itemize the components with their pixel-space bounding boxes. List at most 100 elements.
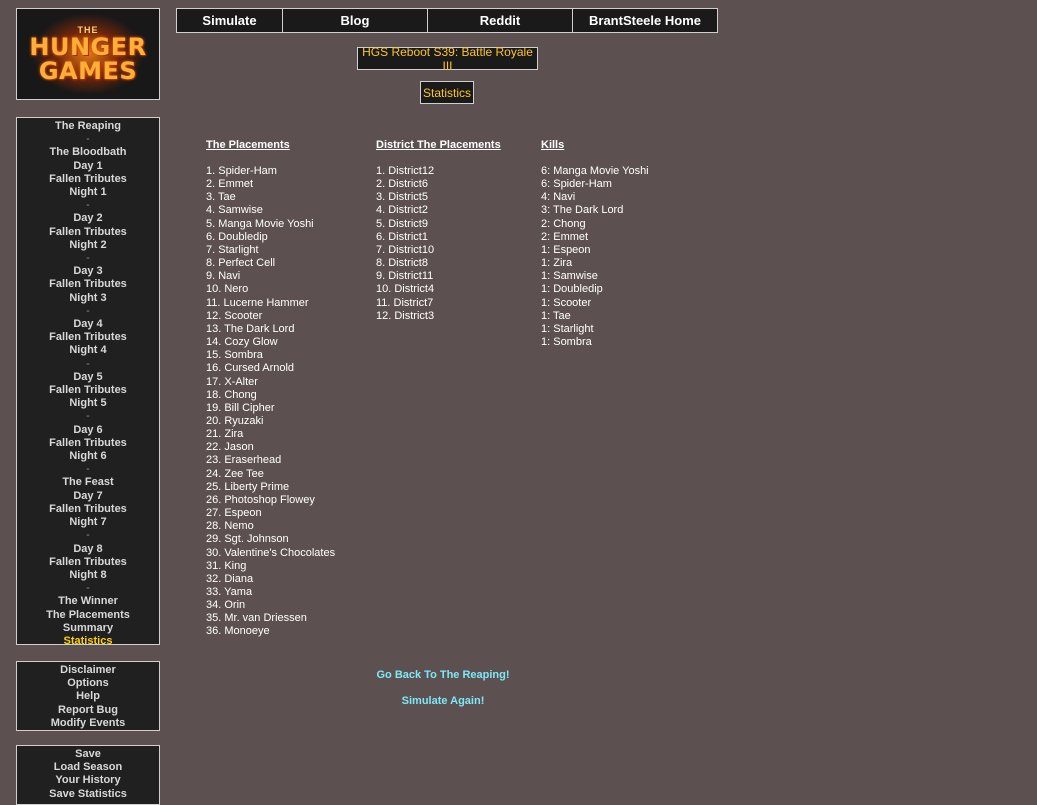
sidebar-item-day-8[interactable]: Day 8 — [17, 543, 159, 556]
sidebar-item-night-1[interactable]: Night 1 — [17, 186, 159, 199]
kill-item: 1: Samwise — [541, 270, 598, 283]
sidebar-item-night-8[interactable]: Night 8 — [17, 569, 159, 582]
district-placements-column: District The Placements 1. District12 2. … — [376, 139, 501, 323]
topnav-reddit-link[interactable]: Reddit — [428, 9, 573, 32]
topnav-brantsteele-home-link[interactable]: BrantSteele Home — [573, 9, 717, 32]
placement-item: 17. X-Alter — [206, 375, 258, 388]
placement-item: 36. Monoeye — [206, 625, 270, 638]
sidebar-util-item-options[interactable]: Options — [17, 677, 159, 690]
district-placement-item: 10. District4 — [376, 283, 435, 296]
placement-item: 32. Diana — [206, 572, 254, 585]
placement-item: 12. Scooter — [206, 309, 263, 322]
sidebar-item-the-placements[interactable]: The Placements — [17, 609, 159, 622]
kill-item: 1: Sombra — [541, 336, 592, 349]
district-placement-item: 8. District8 — [376, 257, 428, 270]
sidebar-util-item-disclaimer[interactable]: Disclaimer — [17, 664, 159, 677]
district-placement-item: 2. District6 — [376, 178, 428, 191]
page-label: Statistics — [420, 81, 474, 104]
placement-item: 21. Zira — [206, 428, 244, 441]
topnav-simulate-link[interactable]: Simulate — [177, 9, 283, 32]
sidebar-item-night-6[interactable]: Night 6 — [17, 450, 159, 463]
go-back-to-reaping-link[interactable]: Go Back To The Reaping! — [343, 669, 543, 681]
kill-item: 4: Navi — [541, 191, 576, 204]
sidebar-utility-nav: Disclaimer Options Help Report Bug Modify Ev… — [16, 661, 160, 731]
sidebar-item-day-4[interactable]: Day 4 — [17, 318, 159, 331]
district-placement-item: 3. District5 — [376, 191, 428, 204]
placement-item: 11. Lucerne Hammer — [206, 296, 309, 309]
sidebar-item-night-7[interactable]: Night 7 — [17, 516, 159, 529]
sidebar-item-night-2[interactable]: Night 2 — [17, 239, 159, 252]
sidebar-item-night-4[interactable]: Night 4 — [17, 344, 159, 357]
sidebar-item-day-2[interactable]: Day 2 — [17, 212, 159, 225]
district-placement-item: 12. District3 — [376, 309, 435, 322]
placement-item: 22. Jason — [206, 441, 254, 454]
sidebar-item-the-feast[interactable]: The Feast — [17, 476, 159, 489]
topnav-blog-link[interactable]: Blog — [283, 9, 428, 32]
sidebar-save-item-your-history[interactable]: Your History — [17, 774, 159, 787]
sidebar-item-day-6[interactable]: Day 6 — [17, 424, 159, 437]
placement-item: 6. Doubledip — [206, 230, 268, 243]
sidebar-item-night-5[interactable]: Night 5 — [17, 397, 159, 410]
sidebar-separator: - — [86, 304, 90, 317]
sidebar-item-the-reaping[interactable]: The Reaping — [17, 120, 159, 133]
sidebar-save-item-save[interactable]: Save — [17, 748, 159, 761]
district-placement-item: 4. District2 — [376, 204, 428, 217]
sidebar-item-day-3[interactable]: Day 3 — [17, 265, 159, 278]
logo-hunger: HUNGER — [29, 32, 147, 61]
sidebar-item-statistics[interactable]: Statistics — [17, 635, 159, 648]
sidebar-item-fallen-tributes[interactable]: Fallen Tributes — [17, 278, 159, 291]
placement-item: 1. Spider-Ham — [206, 165, 277, 177]
sidebar-item-fallen-tributes[interactable]: Fallen Tributes — [17, 173, 159, 186]
district-placements-list: 1. District12 2. District6 3. District5 4. … — [376, 165, 501, 323]
sidebar-item-fallen-tributes[interactable]: Fallen Tributes — [17, 226, 159, 239]
placement-item: 14. Cozy Glow — [206, 336, 278, 349]
sidebar-item-day-1[interactable]: Day 1 — [17, 160, 159, 173]
logo-games: GAMES — [38, 56, 138, 85]
top-navigation: Simulate Blog Reddit BrantSteele Home — [176, 8, 718, 33]
sidebar-separator: - — [86, 410, 90, 423]
sidebar-item-day-7[interactable]: Day 7 — [17, 490, 159, 503]
sidebar-main-nav: The Reaping - The Bloodbath Day 1 Fallen Tri… — [16, 117, 160, 648]
sidebar-separator: - — [86, 463, 90, 476]
sidebar-separator: - — [86, 582, 90, 595]
placement-item: 3. Tae — [206, 191, 236, 204]
sidebar-item-summary[interactable]: Summary — [17, 622, 159, 635]
placement-item: 10. Nero — [206, 283, 249, 296]
placement-item: 33. Yama — [206, 586, 253, 598]
placement-item: 15. Sombra — [206, 349, 263, 362]
sidebar-item-day-5[interactable]: Day 5 — [17, 371, 159, 384]
placement-item: 30. Valentine's Chocolates — [206, 546, 336, 559]
sidebar-save-item-load-season[interactable]: Load Season — [17, 761, 159, 774]
placement-item: 31. King — [206, 559, 247, 572]
sidebar-util-item-modify-events[interactable]: Modify Events — [17, 717, 159, 730]
sidebar-util-item-help[interactable]: Help — [17, 690, 159, 703]
kills-heading: Kills — [541, 139, 565, 151]
placement-item: 13. The Dark Lord — [206, 322, 295, 335]
simulate-again-link[interactable]: Simulate Again! — [343, 695, 543, 707]
placement-item: 29. Sgt. Johnson — [206, 533, 289, 546]
sidebar-item-night-3[interactable]: Night 3 — [17, 292, 159, 305]
sidebar-item-fallen-tributes[interactable]: Fallen Tributes — [17, 437, 159, 450]
district-placement-item: 9. District11 — [376, 270, 434, 283]
placement-item: 16. Cursed Arnold — [206, 362, 295, 375]
kill-item: 1: Espeon — [541, 243, 591, 256]
kill-item: 1: Doubledip — [541, 283, 603, 296]
sidebar-item-fallen-tributes[interactable]: Fallen Tributes — [17, 556, 159, 569]
hunger-games-logo[interactable]: THE HUNGER GAMES — [16, 8, 160, 100]
placements-column: The Placements 1. Spider-Ham 2. Emmet 3. T… — [206, 139, 335, 639]
placement-item: 24. Zee Tee — [206, 467, 264, 480]
placement-item: 4. Samwise — [206, 204, 263, 217]
sidebar-save-item-save-statistics[interactable]: Save Statistics — [17, 788, 159, 801]
placement-item: 18. Chong — [206, 388, 257, 401]
sidebar-item-fallen-tributes[interactable]: Fallen Tributes — [17, 503, 159, 516]
sidebar-util-item-report-bug[interactable]: Report Bug — [17, 704, 159, 717]
sidebar-item-fallen-tributes[interactable]: Fallen Tributes — [17, 331, 159, 344]
sidebar-item-the-bloodbath[interactable]: The Bloodbath — [17, 146, 159, 159]
sidebar-separator: - — [86, 133, 90, 146]
kills-column: Kills 6: Manga Movie Yoshi 6: Spider-Ham 4… — [541, 139, 649, 349]
sidebar-item-the-winner[interactable]: The Winner — [17, 595, 159, 608]
sidebar-item-fallen-tributes[interactable]: Fallen Tributes — [17, 384, 159, 397]
kill-item: 6: Manga Movie Yoshi — [541, 165, 649, 177]
district-placement-item: 1. District12 — [376, 165, 435, 177]
placement-item: 2. Emmet — [206, 178, 254, 191]
